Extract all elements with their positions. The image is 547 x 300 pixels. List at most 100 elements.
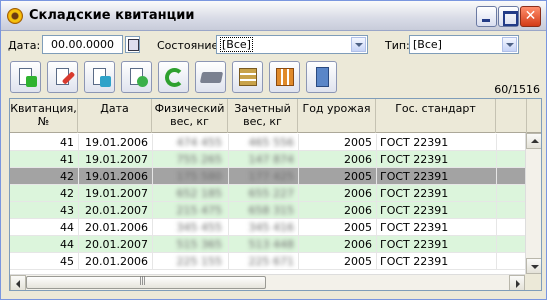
column-divider: [228, 185, 229, 202]
column-divider: [496, 219, 497, 236]
column-divider: [152, 236, 153, 253]
column-divider: [298, 253, 299, 270]
table-row[interactable]: 43 20.01.2007 215 475 658 315 2006 ГОСТ 22391: [10, 202, 527, 219]
cell-date: 19.01.2006: [85, 170, 148, 183]
column-divider: [298, 168, 299, 185]
cell-date: 19.01.2007: [85, 187, 148, 200]
table-row[interactable]: 42 19.01.2006 175 580 177 425 2005 ГОСТ 22391: [10, 168, 527, 185]
scroll-right-icon[interactable]: [509, 275, 525, 290]
table-row[interactable]: 44 20.01.2007 515 365 513 448 2006 ГОСТ 22391: [10, 236, 527, 253]
filter-bar: Дата: 00.00.0000 Состояние: [Все] Тип: […: [1, 32, 546, 56]
transfer-icon: [276, 68, 294, 86]
column-divider: [298, 219, 299, 236]
cell-credit-weight: 658 315: [248, 204, 295, 217]
maximize-button[interactable]: [498, 6, 519, 27]
state-label: Состояние:: [157, 39, 223, 52]
cell-receipt-no: 43: [60, 204, 74, 217]
header-date[interactable]: Дата: [78, 99, 152, 133]
type-select[interactable]: [Все]: [409, 35, 519, 54]
filter-icon: [239, 68, 257, 86]
cell-date: 20.01.2006: [85, 221, 148, 234]
scroll-up-icon[interactable]: [526, 133, 541, 149]
scroll-down-icon[interactable]: [526, 258, 541, 274]
state-select[interactable]: [Все]: [216, 35, 368, 54]
cell-date: 20.01.2006: [85, 255, 148, 268]
header-physical-weight[interactable]: Физический вес, кг: [152, 99, 228, 133]
cell-state-standard: ГОСТ 22391: [380, 153, 449, 166]
column-divider: [152, 202, 153, 219]
table-row[interactable]: 45 20.01.2006 225 155 225 671 2005 ГОСТ 22391: [10, 253, 527, 270]
title-bar[interactable]: Складские квитанции ✕: [1, 1, 546, 31]
cell-harvest-year: 2005: [344, 170, 372, 183]
table-row[interactable]: 44 20.01.2006 345 455 345 416 2005 ГОСТ 22391: [10, 219, 527, 236]
cell-state-standard: ГОСТ 22391: [380, 238, 449, 251]
main-window: Складские квитанции ✕ Дата: 00.00.0000 С…: [0, 0, 547, 300]
export-receipt-button[interactable]: [84, 61, 115, 93]
cell-date: 20.01.2007: [85, 204, 148, 217]
cell-physical-weight: 345 455: [176, 221, 223, 234]
exit-button[interactable]: [306, 61, 337, 93]
receipts-table: Квитанция, № Дата Физический вес, кг Зач…: [9, 98, 542, 291]
cell-state-standard: ГОСТ 22391: [380, 136, 449, 149]
column-divider: [152, 185, 153, 202]
date-field[interactable]: 00.00.0000: [42, 35, 123, 54]
close-button[interactable]: ✕: [520, 6, 541, 27]
cell-harvest-year: 2005: [344, 136, 372, 149]
filter-button[interactable]: [232, 61, 263, 93]
column-divider: [78, 219, 79, 236]
chevron-down-icon[interactable]: [502, 37, 517, 52]
cell-credit-weight: 513 448: [248, 238, 295, 251]
table-row[interactable]: 42 19.01.2007 652 185 655 227 2006 ГОСТ 22391: [10, 185, 527, 202]
column-divider: [228, 168, 229, 185]
refresh-icon: [165, 68, 184, 87]
column-divider: [496, 185, 497, 202]
column-divider: [298, 151, 299, 168]
vertical-scrollbar[interactable]: [525, 133, 541, 274]
table-row[interactable]: 41 19.01.2007 755 265 147 874 2006 ГОСТ 22391: [10, 151, 527, 168]
exit-icon: [316, 67, 329, 87]
header-extra: [496, 99, 527, 133]
edit-receipt-button[interactable]: [47, 61, 78, 93]
close-icon: ✕: [524, 8, 537, 24]
column-divider: [152, 253, 153, 270]
column-divider: [298, 134, 299, 151]
cell-harvest-year: 2006: [344, 238, 372, 251]
cell-physical-weight: 652 185: [176, 187, 223, 200]
type-select-value: [Все]: [413, 38, 442, 51]
column-divider: [152, 219, 153, 236]
sunflower-app-icon: [7, 8, 23, 24]
copy-receipt-button[interactable]: [121, 61, 152, 93]
refresh-button[interactable]: [158, 61, 189, 93]
scroll-left-icon[interactable]: [10, 275, 26, 290]
header-state-standard[interactable]: Гос. стандарт: [376, 99, 496, 133]
column-divider: [496, 236, 497, 253]
cell-credit-weight: 345 416: [248, 221, 295, 234]
new-receipt-button[interactable]: [10, 61, 41, 93]
horizontal-scroll-thumb[interactable]: [26, 276, 266, 289]
column-divider: [376, 236, 377, 253]
cell-receipt-no: 41: [60, 153, 74, 166]
print-button[interactable]: [195, 61, 226, 93]
column-divider: [496, 134, 497, 151]
transfer-button[interactable]: [269, 61, 300, 93]
header-receipt-no[interactable]: Квитанция, №: [10, 99, 78, 133]
state-select-value: [Все]: [220, 37, 253, 52]
cell-harvest-year: 2005: [344, 255, 372, 268]
minimize-button[interactable]: [476, 6, 497, 27]
column-divider: [78, 134, 79, 151]
header-credit-weight[interactable]: Зачетный вес, кг: [228, 99, 298, 133]
horizontal-scrollbar[interactable]: [10, 274, 541, 290]
chevron-down-icon[interactable]: [351, 37, 366, 52]
scrollbar-corner: [525, 274, 541, 290]
column-divider: [78, 253, 79, 270]
table-row[interactable]: 41 19.01.2006 474 455 465 556 2005 ГОСТ 22391: [10, 134, 527, 151]
column-divider: [496, 202, 497, 219]
column-divider: [298, 185, 299, 202]
cell-state-standard: ГОСТ 22391: [380, 255, 449, 268]
cell-credit-weight: 655 227: [248, 187, 295, 200]
cell-harvest-year: 2006: [344, 204, 372, 217]
header-harvest-year[interactable]: Год урожая: [298, 99, 376, 133]
cell-physical-weight: 175 580: [176, 170, 223, 183]
calendar-icon[interactable]: [125, 36, 140, 53]
cell-harvest-year: 2006: [344, 153, 372, 166]
